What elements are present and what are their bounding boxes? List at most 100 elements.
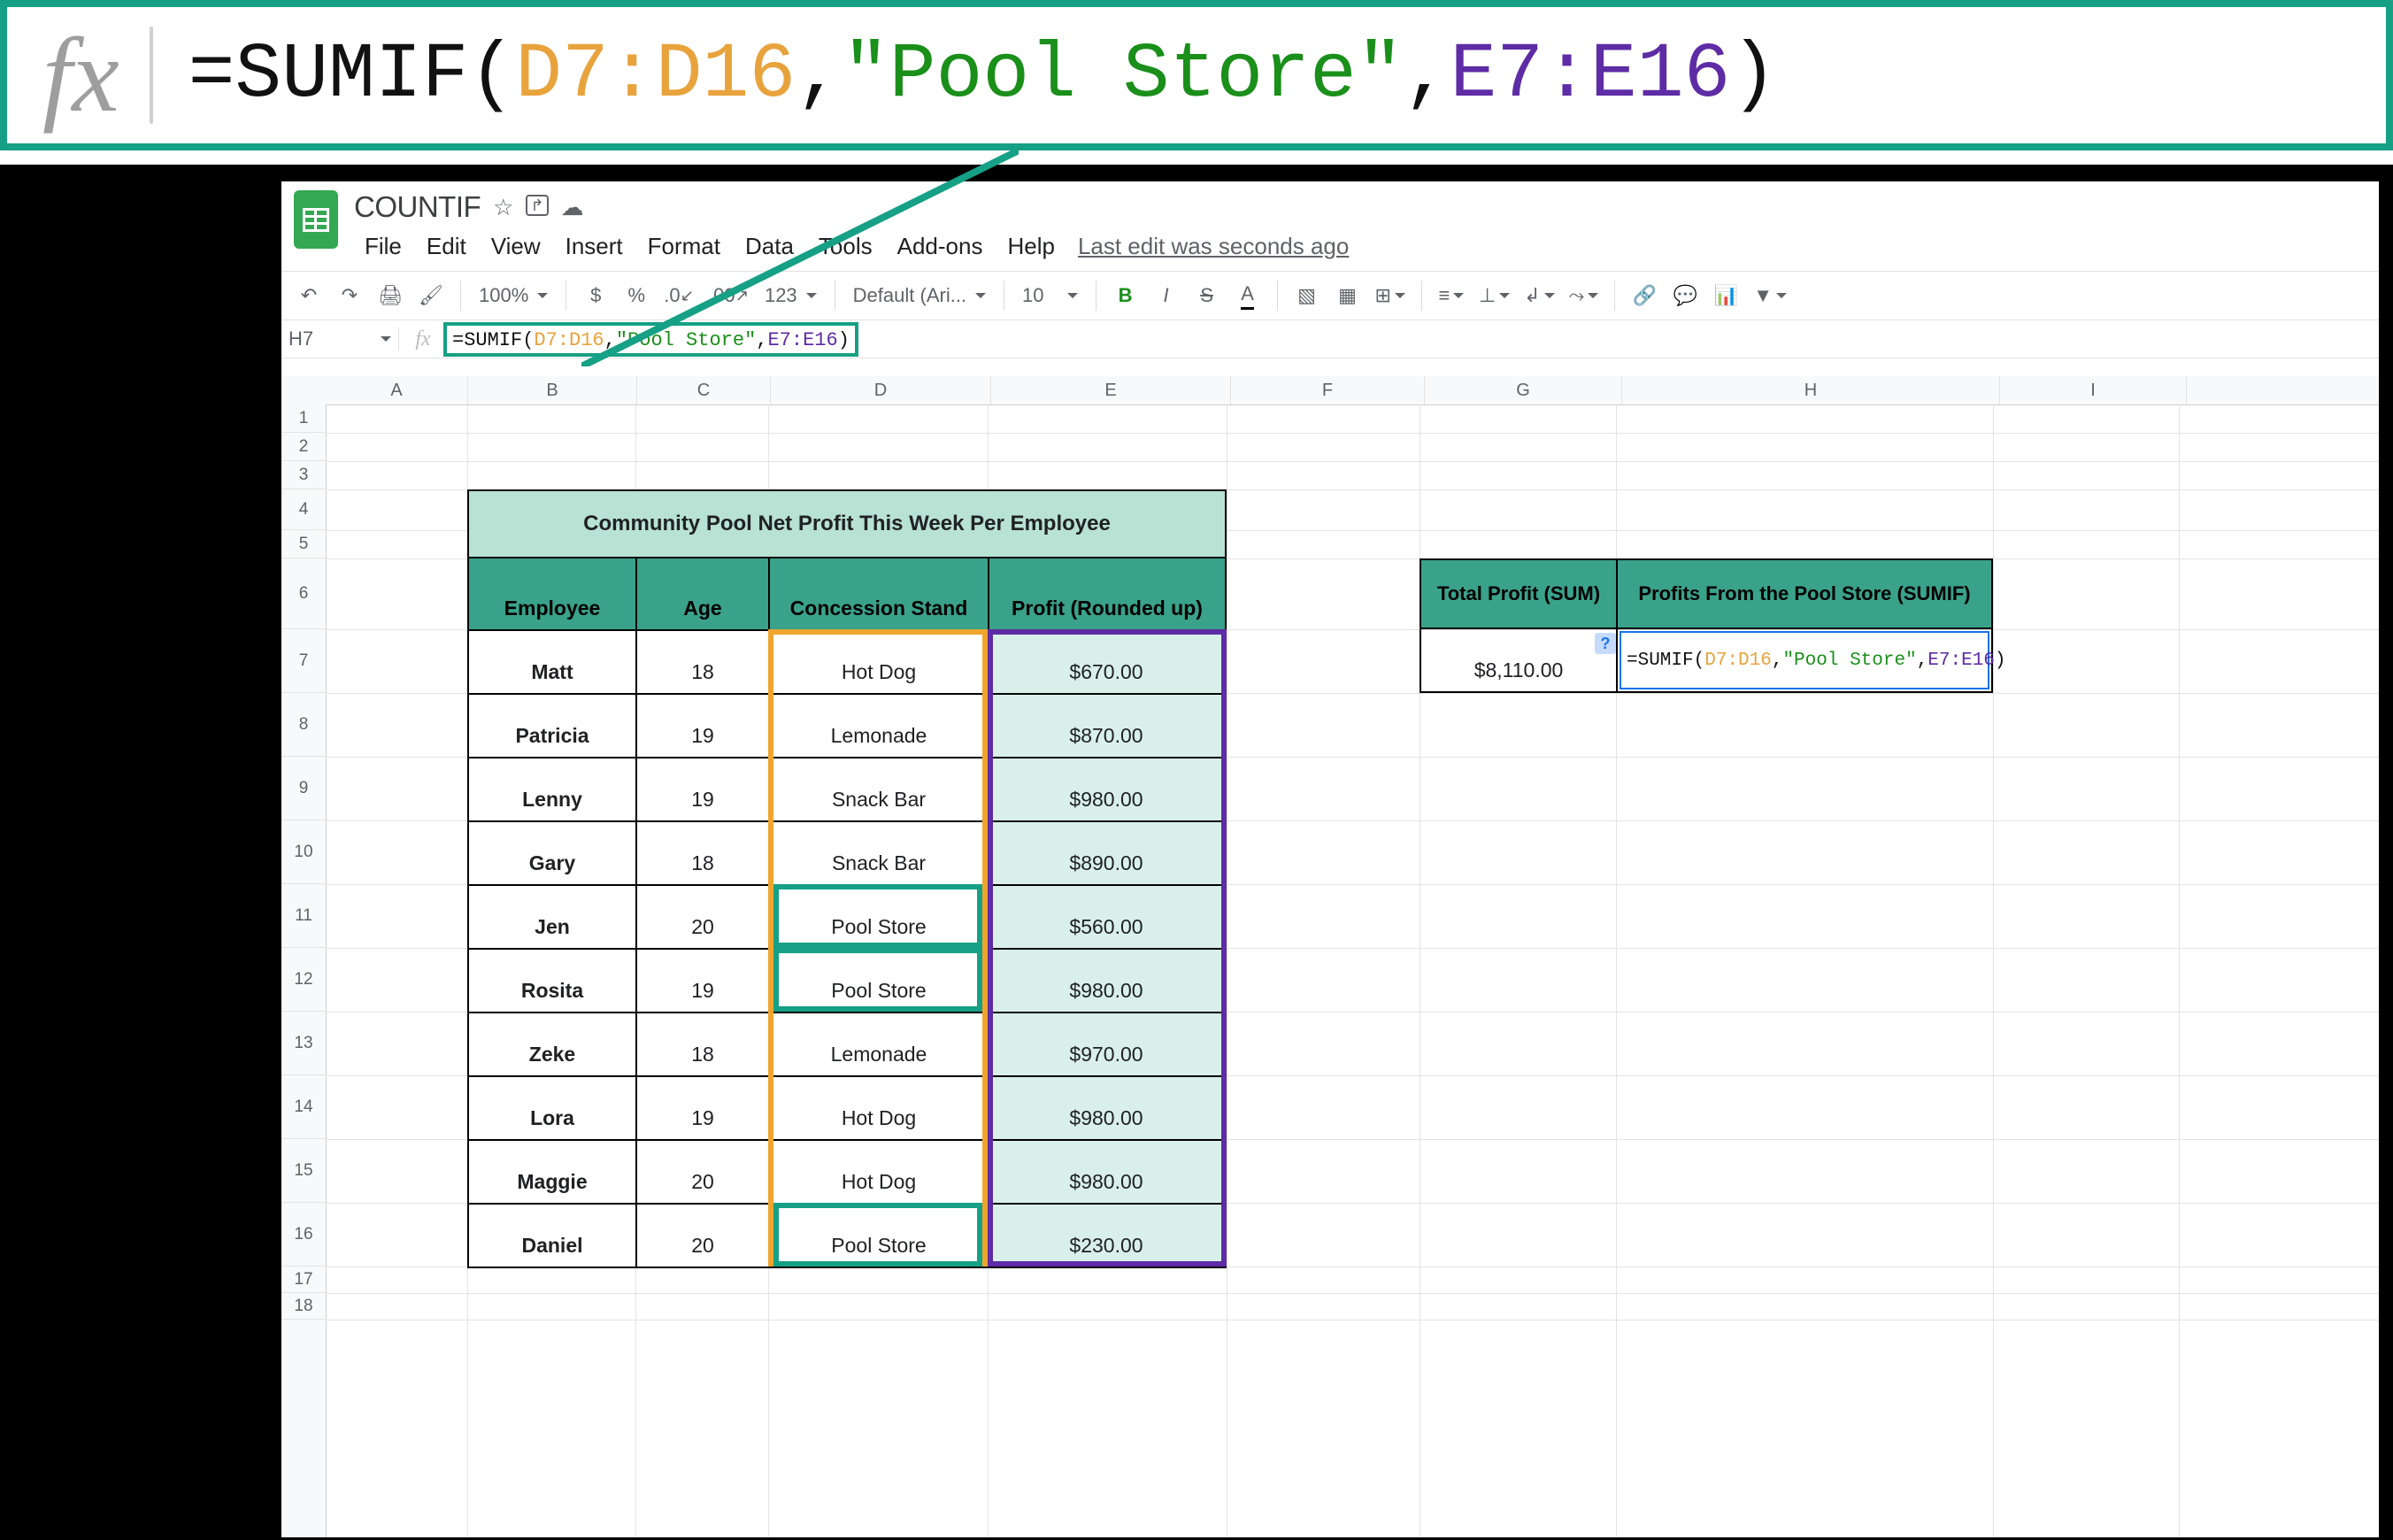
row-header[interactable]: 6 <box>281 558 326 629</box>
cell-stand[interactable]: Hot Dog <box>770 631 989 693</box>
cell-age[interactable]: 20 <box>637 1141 770 1203</box>
cell-profit[interactable]: $670.00 <box>989 631 1223 693</box>
strikethrough-button[interactable]: S <box>1189 280 1226 312</box>
row-header[interactable]: 2 <box>281 433 326 461</box>
cell-age[interactable]: 19 <box>637 950 770 1012</box>
row-header[interactable]: 8 <box>281 693 326 757</box>
menu-help[interactable]: Help <box>996 229 1065 264</box>
cell-age[interactable]: 18 <box>637 1013 770 1075</box>
cell-stand[interactable]: Hot Dog <box>770 1141 989 1203</box>
cell-profit[interactable]: $560.00 <box>989 886 1223 948</box>
table-row[interactable]: Daniel 20 Pool Store $230.00 <box>469 1203 1225 1267</box>
table-row[interactable]: Lora 19 Hot Dog $980.00 <box>469 1075 1225 1139</box>
menu-tools[interactable]: Tools <box>808 229 883 264</box>
row-header[interactable]: 18 <box>281 1293 326 1320</box>
menu-edit[interactable]: Edit <box>416 229 477 264</box>
cell-employee[interactable]: Matt <box>469 631 637 693</box>
h-align-icon[interactable]: ≡ <box>1433 280 1470 312</box>
cell-age[interactable]: 19 <box>637 1077 770 1139</box>
row-header[interactable]: 4 <box>281 489 326 530</box>
row-header[interactable]: 9 <box>281 757 326 820</box>
col-header-e[interactable]: E <box>991 376 1231 404</box>
table-row[interactable]: Matt 18 Hot Dog $670.00 <box>469 629 1225 693</box>
font-select[interactable]: Default (Ari... <box>846 284 993 307</box>
fill-color-icon[interactable]: ▧ <box>1289 280 1326 312</box>
increase-decimal-button[interactable]: .00↗ <box>703 280 754 312</box>
table-row[interactable]: Zeke 18 Lemonade $970.00 <box>469 1012 1225 1075</box>
cell-profit[interactable]: $870.00 <box>989 695 1223 757</box>
undo-icon[interactable]: ↶ <box>290 280 327 312</box>
cell-employee[interactable]: Lenny <box>469 758 637 820</box>
print-icon[interactable]: 🖨 <box>372 280 409 312</box>
row-header[interactable]: 15 <box>281 1139 326 1203</box>
comment-icon[interactable]: 💬 <box>1666 280 1704 312</box>
editing-cell-input[interactable]: =SUMIF(D7:D16,"Pool Store",E7:E16) <box>1620 631 1989 689</box>
cell-stand[interactable]: Snack Bar <box>770 758 989 820</box>
rotate-icon[interactable]: ⤳ <box>1564 280 1604 312</box>
cell-sumif-editing[interactable]: ? =SUMIF(D7:D16,"Pool Store",E7:E16) <box>1618 629 1991 691</box>
chart-icon[interactable]: 📊 <box>1707 280 1744 312</box>
table-row[interactable]: Rosita 19 Pool Store $980.00 <box>469 948 1225 1012</box>
table-row[interactable]: Maggie 20 Hot Dog $980.00 <box>469 1139 1225 1203</box>
star-icon[interactable] <box>493 194 513 221</box>
row-header[interactable]: 17 <box>281 1267 326 1293</box>
row-header[interactable]: 1 <box>281 404 326 433</box>
cloud-status-icon[interactable] <box>561 194 584 221</box>
table-row[interactable]: Gary 18 Snack Bar $890.00 <box>469 820 1225 884</box>
filter-icon[interactable]: ▼ <box>1748 280 1792 312</box>
cell-profit[interactable]: $890.00 <box>989 822 1223 884</box>
last-edit-link[interactable]: Last edit was seconds ago <box>1078 233 1349 260</box>
menu-insert[interactable]: Insert <box>555 229 634 264</box>
cell-stand[interactable]: Hot Dog <box>770 1077 989 1139</box>
italic-button[interactable]: I <box>1148 280 1185 312</box>
cell-employee[interactable]: Patricia <box>469 695 637 757</box>
row-header[interactable]: 13 <box>281 1012 326 1075</box>
cell-profit[interactable]: $980.00 <box>989 1077 1223 1139</box>
row-header[interactable]: 7 <box>281 629 326 693</box>
cell-stand[interactable]: Pool Store <box>770 1205 989 1267</box>
wrap-icon[interactable]: ↲ <box>1519 280 1559 312</box>
menu-view[interactable]: View <box>481 229 551 264</box>
currency-button[interactable]: $ <box>577 280 614 312</box>
cell-age[interactable]: 19 <box>637 758 770 820</box>
row-header[interactable]: 16 <box>281 1203 326 1267</box>
col-header-a[interactable]: A <box>326 376 468 404</box>
row-header[interactable]: 5 <box>281 530 326 558</box>
col-header-h[interactable]: H <box>1622 376 2000 404</box>
menu-data[interactable]: Data <box>735 229 804 264</box>
cell-employee[interactable]: Maggie <box>469 1141 637 1203</box>
col-header-g[interactable]: G <box>1425 376 1622 404</box>
cell-profit[interactable]: $980.00 <box>989 950 1223 1012</box>
merge-cells-icon[interactable]: ⊞ <box>1370 280 1411 312</box>
col-header-f[interactable]: F <box>1231 376 1425 404</box>
sheets-logo-icon[interactable] <box>294 190 338 249</box>
menu-format[interactable]: Format <box>637 229 731 264</box>
percent-button[interactable]: % <box>618 280 655 312</box>
zoom-select[interactable]: 100% <box>472 284 555 307</box>
row-header[interactable]: 11 <box>281 884 326 948</box>
col-header-b[interactable]: B <box>468 376 637 404</box>
formula-input[interactable]: =SUMIF(D7:D16,"Pool Store",E7:E16) <box>452 329 850 351</box>
cell-profit[interactable]: $970.00 <box>989 1013 1223 1075</box>
menu-addons[interactable]: Add-ons <box>887 229 994 264</box>
link-icon[interactable]: 🔗 <box>1626 280 1663 312</box>
cell-employee[interactable]: Lora <box>469 1077 637 1139</box>
cell-employee[interactable]: Gary <box>469 822 637 884</box>
cell-employee[interactable]: Daniel <box>469 1205 637 1267</box>
cell-age[interactable]: 20 <box>637 1205 770 1267</box>
cell-age[interactable]: 20 <box>637 886 770 948</box>
spreadsheet-grid[interactable]: A B C D E F G H I 1 2 3 4 5 6 7 8 9 10 1… <box>281 376 2379 1537</box>
cell-area[interactable]: Community Pool Net Profit This Week Per … <box>326 404 2379 1537</box>
table-row[interactable]: Patricia 19 Lemonade $870.00 <box>469 693 1225 757</box>
row-header[interactable]: 3 <box>281 461 326 489</box>
cell-stand[interactable]: Lemonade <box>770 1013 989 1075</box>
cell-employee[interactable]: Rosita <box>469 950 637 1012</box>
name-box[interactable]: H7 <box>281 327 399 350</box>
select-all-corner[interactable] <box>281 376 327 405</box>
cell-employee[interactable]: Zeke <box>469 1013 637 1075</box>
borders-icon[interactable]: ▦ <box>1329 280 1366 312</box>
v-align-icon[interactable]: ⊥ <box>1474 280 1515 312</box>
cell-stand[interactable]: Snack Bar <box>770 822 989 884</box>
cell-stand[interactable]: Lemonade <box>770 695 989 757</box>
move-icon[interactable] <box>526 198 548 217</box>
